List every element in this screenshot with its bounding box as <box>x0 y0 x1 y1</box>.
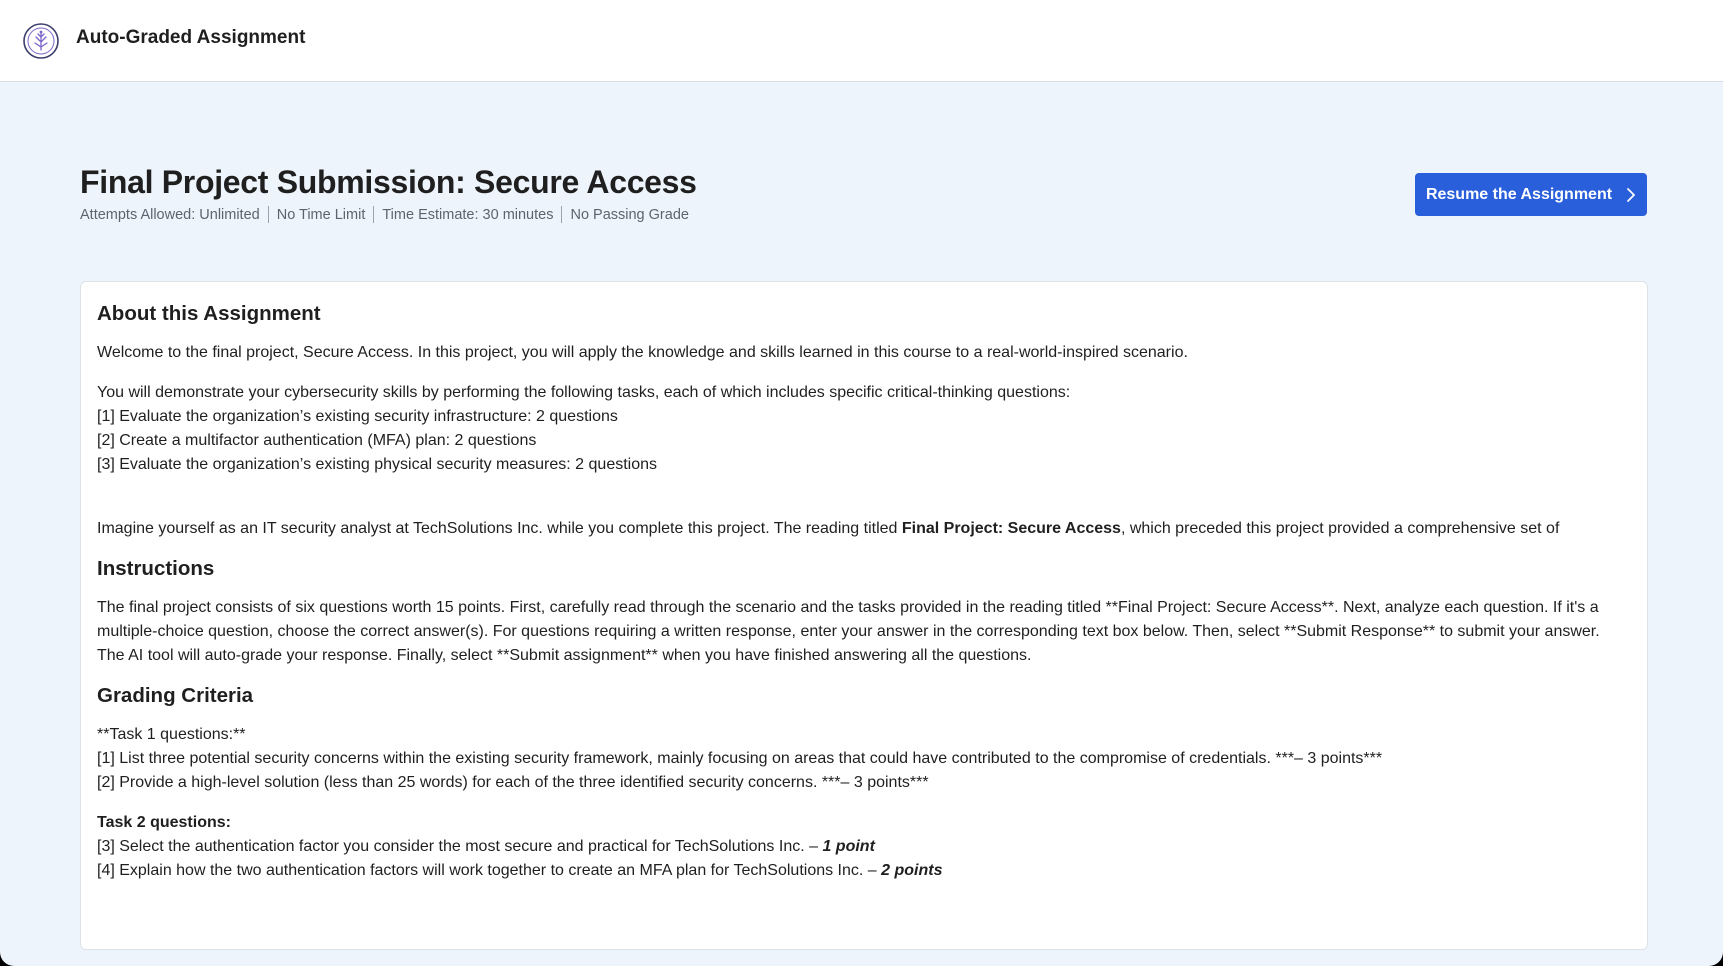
app-title: Auto-Graded Assignment <box>76 27 306 48</box>
chevron-right-icon <box>1627 187 1635 202</box>
meta-attempts: Attempts Allowed: Unlimited <box>80 206 260 223</box>
grading-item-points: 2 points <box>881 862 943 879</box>
tasks-intro: You will demonstrate your cybersecurity … <box>97 384 1071 401</box>
resume-assignment-button[interactable]: Resume the Assignment <box>1415 173 1647 216</box>
assignment-details-card: About this Assignment Welcome to the fin… <box>80 281 1648 950</box>
grading-item: [4] Explain how the two authentication f… <box>97 859 1631 883</box>
page-title: Final Project Submission: Secure Access <box>80 164 697 200</box>
meta-time-limit: No Time Limit <box>276 206 366 223</box>
instructions-text: The final project consists of six questi… <box>97 599 1600 664</box>
meta-divider <box>561 206 563 223</box>
about-heading: About this Assignment <box>97 302 321 325</box>
task2-heading: Task 2 questions: <box>97 814 231 831</box>
reading-title: Final Project: Secure Access <box>901 520 1121 537</box>
welcome-text: Welcome to the final project, Secure Acc… <box>97 344 1188 361</box>
app-window: Auto-Graded Assignment Final Project Sub… <box>0 0 1723 966</box>
grading-item: [1] List three potential security concer… <box>97 750 1383 767</box>
grading-criteria-heading: Grading Criteria <box>97 684 254 707</box>
grading-item: [3] Select the authentication factor you… <box>97 835 1631 859</box>
task-item: [2] Create a multifactor authentication … <box>97 432 537 449</box>
meta-divider <box>373 206 375 223</box>
task1-heading: **Task 1 questions:** <box>97 726 246 743</box>
instructions-heading: Instructions <box>97 557 215 580</box>
task-item: [1] Evaluate the organization’s existing… <box>97 408 618 425</box>
grading-item: [2] Provide a high-level solution (less … <box>97 774 929 791</box>
meta-time-estimate: Time Estimate: 30 minutes <box>382 206 554 223</box>
assignment-meta: Attempts Allowed: Unlimited No Time Limi… <box>80 206 689 223</box>
scenario-text: Imagine yourself as an IT security analy… <box>97 517 1631 541</box>
grading-item-text: [4] Explain how the two authentication f… <box>97 862 882 879</box>
top-bar: Auto-Graded Assignment <box>0 0 1723 82</box>
meta-divider <box>267 206 269 223</box>
grading-item-points: 1 point <box>822 838 875 855</box>
logo-icon <box>23 23 59 59</box>
scenario-text-start: Imagine yourself as an IT security analy… <box>97 520 902 537</box>
resume-button-label: Resume the Assignment <box>1425 185 1613 203</box>
scenario-text-end: , which preceded this project provided a… <box>1120 520 1560 537</box>
task-item: [3] Evaluate the organization’s existing… <box>97 456 658 473</box>
meta-passing-grade: No Passing Grade <box>570 206 689 223</box>
grading-item-text: [3] Select the authentication factor you… <box>97 838 823 855</box>
